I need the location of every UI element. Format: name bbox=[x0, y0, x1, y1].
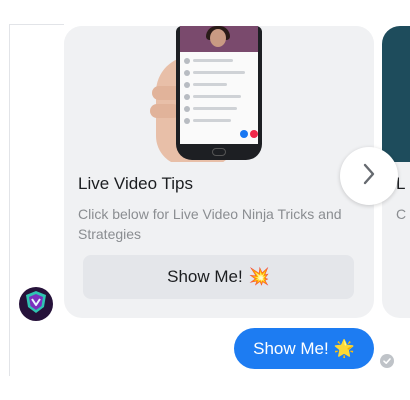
phone-image bbox=[176, 26, 262, 160]
chevron-right-icon bbox=[362, 163, 376, 190]
sent-check-icon bbox=[380, 354, 394, 368]
comment-line bbox=[193, 83, 227, 86]
messenger-conversation: Live Video Tips Click below for Live Vid… bbox=[0, 0, 410, 400]
panel-border-top bbox=[9, 24, 64, 25]
phone-screen bbox=[180, 26, 258, 144]
user-message-text: Show Me! bbox=[253, 338, 329, 358]
comment-avatar bbox=[184, 70, 190, 76]
comment-avatar bbox=[184, 58, 190, 64]
user-message-bubble: Show Me! 🌟 bbox=[234, 328, 374, 369]
comment-line bbox=[193, 95, 241, 98]
screen-heart-icon bbox=[250, 130, 258, 138]
comment-avatar bbox=[184, 118, 190, 124]
show-me-button[interactable]: Show Me! 💥 bbox=[83, 255, 354, 299]
comment-line bbox=[193, 59, 233, 62]
comment-avatar bbox=[184, 82, 190, 88]
collision-emoji-icon: 💥 bbox=[248, 267, 270, 286]
shield-logo-icon bbox=[23, 289, 49, 320]
comment-line bbox=[193, 119, 231, 122]
comment-line bbox=[193, 71, 245, 74]
next-card-image bbox=[382, 26, 410, 162]
presenter-face bbox=[210, 29, 226, 47]
comment-line bbox=[193, 107, 237, 110]
card-title: Live Video Tips bbox=[78, 174, 193, 193]
phone-home-button bbox=[212, 148, 226, 156]
bot-avatar[interactable] bbox=[19, 287, 53, 321]
show-me-button-label: Show Me! bbox=[167, 267, 243, 286]
card-image[interactable] bbox=[64, 26, 374, 162]
comment-avatar bbox=[184, 106, 190, 112]
generic-template-card: Live Video Tips Click below for Live Vid… bbox=[64, 26, 374, 318]
panel-border-left bbox=[9, 24, 10, 376]
comment-avatar bbox=[184, 94, 190, 100]
next-card-subtitle: C bbox=[396, 206, 407, 222]
screen-like-icon bbox=[240, 130, 248, 138]
card-subtitle: Click below for Live Video Ninja Tricks … bbox=[78, 206, 342, 242]
carousel-next-button[interactable] bbox=[340, 147, 398, 205]
glowing-star-emoji-icon: 🌟 bbox=[333, 338, 355, 358]
